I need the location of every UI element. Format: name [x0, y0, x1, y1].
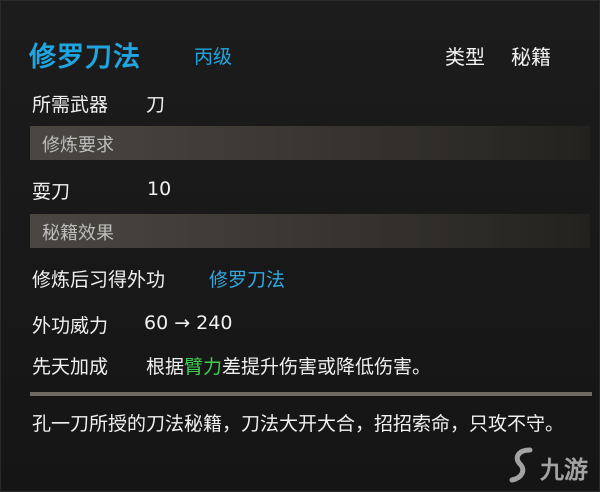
weapon-value: 刀 — [146, 94, 166, 116]
watermark-icon — [509, 447, 533, 483]
innate-label: 先天加成 — [32, 356, 109, 378]
innate-prefix: 根据 — [146, 356, 185, 378]
requirements-section-title: 修炼要求 — [42, 135, 114, 156]
type-value: 秘籍 — [511, 45, 551, 69]
type-label: 类型 — [445, 45, 485, 69]
power-label: 外功威力 — [32, 315, 109, 337]
effects-section-title: 秘籍效果 — [42, 223, 114, 244]
weapon-label: 所需武器 — [32, 94, 109, 116]
skill-grade: 丙级 — [194, 46, 233, 68]
requirement-value: 10 — [147, 178, 172, 200]
skill-tooltip-panel: 修罗刀法 丙级 类型 秘籍 所需武器 刀 修炼要求 耍刀 10 秘籍效果 修炼后… — [0, 0, 600, 492]
watermark-logo: 九游 — [508, 446, 598, 492]
innate-attribute: 臂力 — [184, 356, 223, 378]
innate-text: 根据臂力差提升伤害或降低伤害。 — [146, 352, 431, 379]
requirements-section-bar: 修炼要求 — [30, 126, 590, 160]
skill-name: 修罗刀法 — [29, 42, 141, 73]
effects-section-bar: 秘籍效果 — [30, 214, 590, 248]
watermark-text: 九游 — [540, 456, 588, 484]
divider — [30, 392, 592, 396]
learn-value: 修罗刀法 — [209, 269, 286, 291]
skill-description: 孔一刀所授的刀法秘籍，刀法大开大合，招招索命，只攻不守。 — [32, 413, 565, 435]
power-value: 60 → 240 — [144, 312, 233, 334]
innate-suffix: 差提升伤害或降低伤害。 — [222, 356, 432, 378]
requirement-label: 耍刀 — [32, 181, 71, 203]
learn-label: 修炼后习得外功 — [32, 269, 166, 291]
